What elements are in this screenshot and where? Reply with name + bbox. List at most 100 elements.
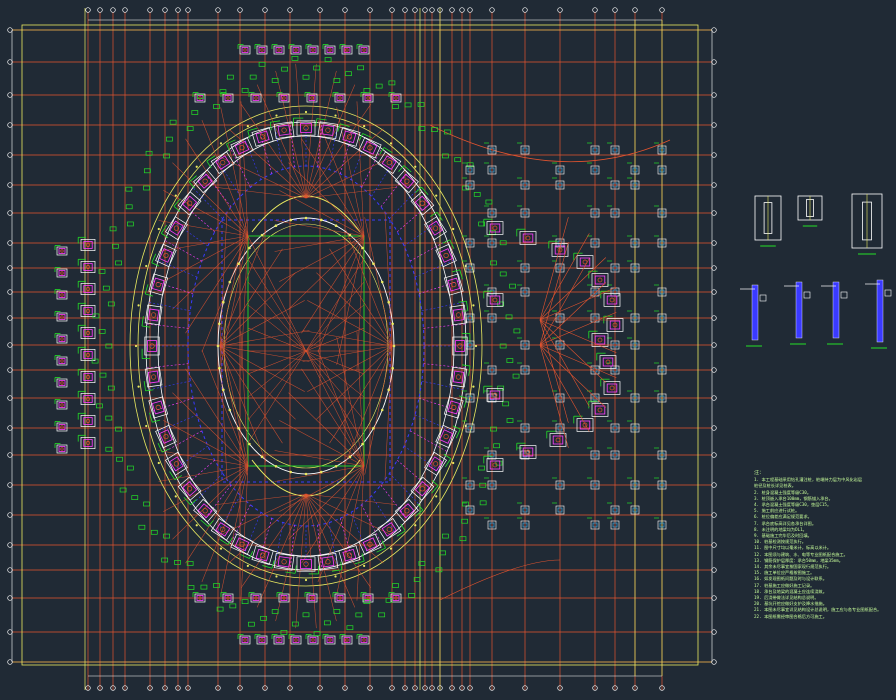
- axis-bubbles: [7, 7, 717, 691]
- pile-symbol: [432, 225, 439, 231]
- pile-cap: [54, 245, 68, 256]
- pile-symbol: [394, 96, 398, 100]
- column-detail: [865, 279, 892, 349]
- pile-cap-outline: [591, 273, 609, 287]
- radial-beam: [216, 187, 307, 199]
- pile-symbol: [492, 297, 498, 303]
- node: [389, 547, 393, 550]
- pile-cap-inner: [252, 95, 260, 101]
- column-shaft: [832, 281, 840, 339]
- axis-bubble: [147, 7, 153, 13]
- green-tag: [127, 465, 134, 471]
- green-tag: [357, 65, 365, 71]
- ring-radial: [158, 260, 198, 278]
- pile-cap: [296, 556, 320, 575]
- axis-bubble: [711, 182, 717, 188]
- axis-bubble: [522, 7, 528, 13]
- green-tag: [417, 102, 425, 107]
- ring-radial: [414, 260, 454, 278]
- pile-cap: [360, 92, 374, 103]
- node: [334, 464, 338, 468]
- node: [380, 408, 384, 412]
- cad-drawing-canvas[interactable]: 注： 1. 本工程基础采用钻孔灌注桩，桩端持力层为中风化岩层 桩径及桩长详见桩表…: [0, 0, 896, 696]
- green-tag: [485, 199, 493, 205]
- pile-cap: [193, 498, 218, 527]
- cap-dim: [354, 560, 365, 565]
- green-tag: [404, 102, 412, 108]
- node: [334, 575, 337, 578]
- axis-bubble: [711, 659, 717, 665]
- detail-drawings: [740, 193, 892, 349]
- pile-cap: [377, 517, 406, 541]
- pile-cap: [254, 634, 268, 645]
- axis-bubble: [711, 122, 717, 128]
- axis-bubble: [711, 92, 717, 98]
- green-tag: [260, 615, 267, 621]
- node: [472, 304, 475, 307]
- cap-dim: [152, 419, 161, 423]
- column-shaft: [876, 279, 884, 343]
- ring-radial: [339, 131, 353, 174]
- ring-radial: [423, 363, 466, 369]
- green-tag: [408, 593, 415, 598]
- cap-dim: [206, 160, 212, 169]
- axis-bubble: [7, 289, 13, 295]
- pile-cap: [332, 592, 346, 603]
- green-tag: [105, 343, 113, 349]
- pile-symbol: [277, 638, 281, 642]
- green-tag: [502, 401, 510, 407]
- pile-symbol: [362, 638, 366, 642]
- axis-bubble: [711, 240, 717, 246]
- axis-bubble: [711, 482, 717, 488]
- pile-symbol: [597, 337, 603, 343]
- radial-beam: [301, 368, 365, 467]
- axis-bubble: [7, 659, 13, 665]
- node: [260, 233, 264, 237]
- pile-cap-inner: [277, 556, 291, 568]
- green-tag: [478, 465, 485, 471]
- pile-cap: [54, 333, 68, 344]
- pile-symbol: [60, 403, 64, 407]
- cap-dim: [396, 530, 406, 537]
- pile-cap: [271, 44, 285, 55]
- pile-symbol: [555, 437, 561, 443]
- radial-beam: [279, 420, 365, 467]
- ring-radial: [409, 430, 448, 452]
- cap-dim: [340, 561, 343, 570]
- ring-radial: [409, 240, 448, 262]
- pile-cap: [288, 634, 302, 645]
- axis-bubble: [7, 240, 13, 246]
- pile-cap-inner: [241, 637, 249, 643]
- pile-symbol: [202, 178, 208, 184]
- node: [246, 564, 249, 567]
- cap-dim: [200, 519, 209, 527]
- pile-cap-inner: [292, 47, 300, 53]
- pile-cap: [54, 355, 68, 366]
- pile-cap-inner: [309, 637, 317, 643]
- pile-cap: [322, 634, 336, 645]
- green-tag: [174, 560, 181, 565]
- right-building-foundation: [462, 142, 667, 530]
- axis-bubble: [711, 567, 717, 573]
- node: [134, 344, 138, 348]
- pile-cap: [483, 218, 504, 235]
- axis-bubble: [7, 425, 13, 431]
- pile-symbol: [455, 374, 462, 380]
- ring-radial: [339, 518, 353, 561]
- green-tag: [125, 204, 133, 210]
- node: [145, 264, 148, 268]
- green-tag: [99, 372, 107, 378]
- axis-bubble: [711, 629, 717, 635]
- axis-bubble: [237, 7, 243, 13]
- radial-beam: [384, 211, 393, 347]
- axis-bubble: [632, 7, 638, 13]
- axis-bubble: [367, 7, 373, 13]
- ring-radial: [380, 172, 408, 208]
- pile-symbol: [155, 281, 161, 288]
- green-tag: [116, 456, 123, 462]
- cap-dim: [145, 293, 154, 297]
- pile-cap-inner: [58, 336, 66, 342]
- radial-beam: [305, 493, 392, 536]
- pile-symbol: [597, 277, 603, 283]
- ring-radial: [380, 484, 408, 520]
